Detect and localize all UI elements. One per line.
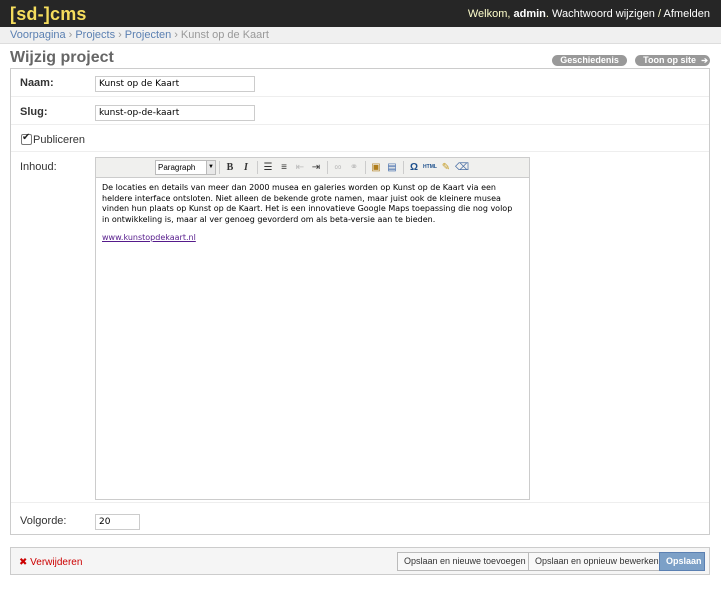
cleanup-icon[interactable]: ✎	[439, 161, 453, 174]
save-and-continue-button[interactable]: Opslaan en opnieuw bewerken	[528, 552, 666, 571]
delete-icon: ✖	[19, 557, 28, 568]
italic-icon[interactable]: I	[239, 161, 253, 174]
format-select-value: Paragraph	[158, 163, 196, 172]
publish-checkbox[interactable]	[21, 132, 32, 145]
change-password-link[interactable]: Wachtwoord wijzigen	[552, 8, 655, 20]
view-on-site-button[interactable]: Toon op site	[635, 55, 710, 66]
welcome-text: Welkom,	[467, 8, 511, 20]
numbered-list-icon[interactable]: ≡	[277, 161, 291, 174]
paste-icon[interactable]: ▣	[369, 161, 383, 174]
bullet-list-icon[interactable]: ☰	[261, 161, 275, 174]
slug-row: Slug: kunst-op-de-kaart	[11, 96, 709, 125]
toolbar-separator	[257, 161, 258, 174]
publish-row	[11, 124, 709, 152]
save-button[interactable]: Opslaan	[659, 552, 705, 571]
indent-icon[interactable]: ⇥	[309, 161, 323, 174]
breadcrumb-projects-app[interactable]: Projects	[75, 29, 115, 41]
toolbar-separator	[327, 161, 328, 174]
toolbar-separator	[403, 161, 404, 174]
content-row-divider	[11, 502, 709, 503]
breadcrumb-separator: ›	[118, 29, 122, 41]
page-title: Wijzig project	[10, 49, 114, 66]
chevron-down-icon: ▼	[206, 161, 215, 174]
link-icon[interactable]: ∞	[331, 161, 345, 174]
history-button[interactable]: Geschiedenis	[552, 55, 627, 66]
breadcrumb-separator: ›	[68, 29, 73, 41]
order-label: Volgorde:	[20, 515, 67, 527]
brand-logo[interactable]: [sd-]cms	[10, 4, 87, 25]
breadcrumb-current: Kunst op de Kaart	[180, 29, 269, 41]
slug-label: Slug:	[20, 106, 48, 118]
breadcrumb-projecten[interactable]: Projecten	[125, 29, 171, 41]
toolbar-separator	[219, 161, 220, 174]
user-tools-separator: /	[658, 8, 662, 20]
user-tools: Welkom, admin. Wachtwoord wijzigen / Afm…	[467, 8, 710, 20]
name-label: Naam:	[20, 77, 54, 89]
bold-icon[interactable]: B	[223, 161, 237, 174]
remove-format-icon[interactable]: ⌫	[455, 161, 469, 174]
edit-form: Naam: Kunst op de Kaart Slug: kunst-op-d…	[10, 68, 710, 535]
object-tools: Geschiedenis Toon op site	[547, 52, 710, 66]
unlink-icon[interactable]: ⚭	[347, 161, 361, 174]
html-icon[interactable]: HTML	[423, 161, 437, 174]
slug-input[interactable]: kunst-op-de-kaart	[95, 105, 255, 121]
toolbar-separator	[365, 161, 366, 174]
content-label: Inhoud:	[20, 161, 57, 173]
submit-row: ✖ Verwijderen Opslaan en nieuwe toevoege…	[10, 547, 710, 575]
username: admin	[513, 8, 546, 20]
rich-text-editor[interactable]: Paragraph ▼ B I ☰ ≡ ⇤ ⇥ ∞ ⚭ ▣ ▤ Ω HTML ✎…	[95, 157, 530, 500]
publish-label: Publiceren	[33, 134, 85, 146]
outdent-icon[interactable]: ⇤	[293, 161, 307, 174]
top-header: [sd-]cms Welkom, admin. Wachtwoord wijzi…	[0, 0, 721, 27]
breadcrumb: Voorpagina › Projects › Projecten › Kunst op d…	[0, 27, 721, 44]
logout-link[interactable]: Afmelden	[664, 8, 710, 20]
name-row: Naam: Kunst op de Kaart	[11, 69, 709, 97]
order-input[interactable]: 20	[95, 514, 140, 530]
editor-toolbar: Paragraph ▼ B I ☰ ≡ ⇤ ⇥ ∞ ⚭ ▣ ▤ Ω HTML ✎…	[96, 158, 529, 178]
name-input[interactable]: Kunst op de Kaart	[95, 76, 255, 92]
breadcrumb-separator: ›	[174, 29, 178, 41]
format-select[interactable]: Paragraph ▼	[155, 160, 216, 175]
delete-label: Verwijderen	[30, 557, 83, 568]
paste-word-icon[interactable]: ▤	[385, 161, 399, 174]
website-link[interactable]: www.kunstopdekaart.nl	[102, 233, 196, 242]
breadcrumb-home[interactable]: Voorpagina	[10, 29, 66, 41]
editor-content[interactable]: De locaties en details van meer dan 2000…	[102, 183, 522, 252]
editor-paragraph: De locaties en details van meer dan 2000…	[102, 183, 513, 224]
delete-link[interactable]: ✖ Verwijderen	[19, 557, 82, 568]
save-and-add-button[interactable]: Opslaan en nieuwe toevoegen	[397, 552, 533, 571]
special-char-icon[interactable]: Ω	[407, 161, 421, 174]
